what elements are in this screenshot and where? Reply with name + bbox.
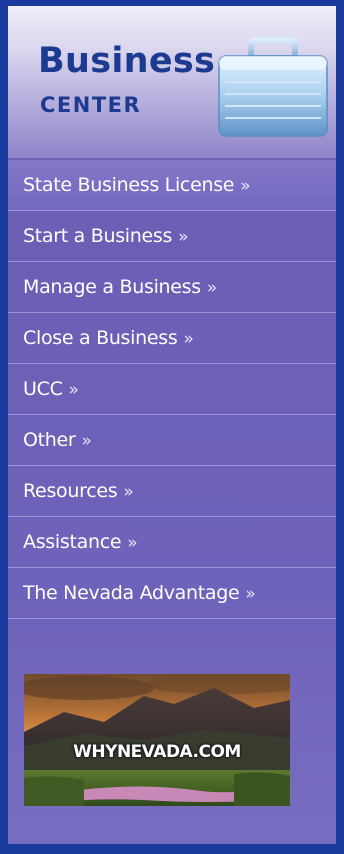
business-center-sidebar: Business CENTER State Business License »… [8,6,336,844]
menu-item-label: The Nevada Advantage [23,582,240,604]
business-center-header: Business CENTER [8,6,336,158]
manage-a-business-link[interactable]: Manage a Business» [23,262,217,313]
header-title: Business [38,41,216,81]
menu-item-label: Assistance [23,531,122,553]
nevada-advantage-link[interactable]: The Nevada Advantage» [23,568,256,619]
nevada-landscape-image [24,674,290,806]
why-nevada-banner-text: WHYNEVADA.COM [73,742,241,762]
menu-item-nevada-advantage: The Nevada Advantage» [8,568,336,619]
menu-item-arrow: » [183,329,194,349]
ucc-link[interactable]: UCC» [23,364,79,415]
why-nevada-banner[interactable]: WHYNEVADA.COM [24,674,290,806]
menu-item-arrow: » [245,584,256,604]
menu-item-label: Other [23,429,76,451]
start-a-business-link[interactable]: Start a Business» [23,211,189,262]
menu-item-resources: Resources» [8,466,336,517]
header-subtitle: CENTER [40,93,142,117]
menu-item-close-a-business: Close a Business» [8,313,336,364]
menu-item-arrow: » [206,278,217,298]
menu-item-label: State Business License [23,174,235,196]
menu-item-label: Resources [23,480,118,502]
briefcase-icon [218,37,328,137]
business-menu: State Business License» Start a Business… [8,160,336,619]
menu-item-arrow: » [240,176,251,196]
menu-item-label: Close a Business [23,327,178,349]
menu-item-label: UCC [23,378,63,400]
menu-item-state-business-license: State Business License» [8,160,336,211]
menu-item-manage-a-business: Manage a Business» [8,262,336,313]
menu-item-assistance: Assistance» [8,517,336,568]
menu-item-other: Other» [8,415,336,466]
state-business-license-link[interactable]: State Business License» [23,160,251,211]
menu-item-arrow: » [81,431,92,451]
assistance-link[interactable]: Assistance» [23,517,138,568]
menu-item-arrow: » [127,533,138,553]
menu-item-arrow: » [178,227,189,247]
menu-item-arrow: » [123,482,134,502]
close-a-business-link[interactable]: Close a Business» [23,313,194,364]
other-link[interactable]: Other» [23,415,92,466]
menu-item-arrow: » [68,380,79,400]
menu-item-start-a-business: Start a Business» [8,211,336,262]
menu-item-ucc: UCC» [8,364,336,415]
menu-item-label: Manage a Business [23,276,201,298]
menu-item-label: Start a Business [23,225,173,247]
resources-link[interactable]: Resources» [23,466,134,517]
